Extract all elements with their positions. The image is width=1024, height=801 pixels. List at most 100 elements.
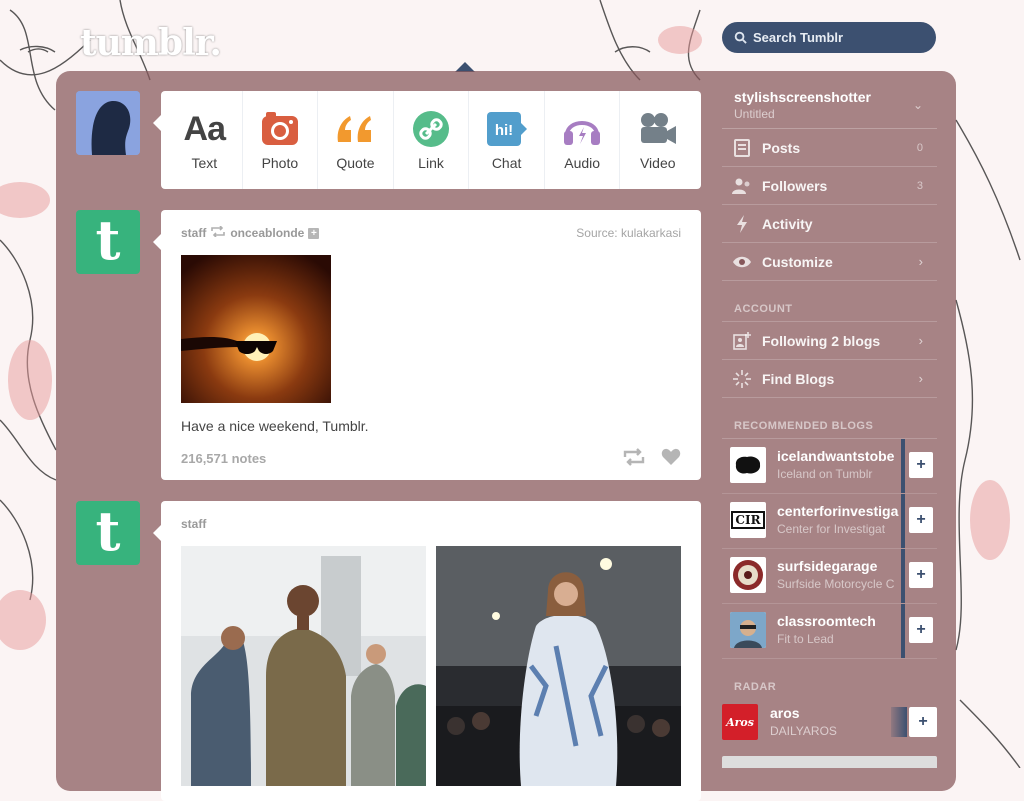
quote-icon <box>334 109 376 149</box>
blog-name: surfsidegarage <box>777 558 878 574</box>
blog-avatar: Aros <box>722 704 758 740</box>
follow-bar <box>901 439 905 493</box>
recommended-blog-item[interactable]: CIR centerforinvestiga Center for Invest… <box>722 494 937 549</box>
sidebar-item-followers[interactable]: Followers 3 <box>722 167 937 205</box>
follow-bar <box>901 604 905 658</box>
compose-photo-button[interactable]: Photo <box>243 91 319 189</box>
blog-subtitle: Untitled <box>734 107 775 121</box>
sidebar-item-activity[interactable]: Activity <box>722 205 937 243</box>
staff-avatar[interactable]: t <box>76 210 140 274</box>
activity-bolt-icon <box>732 214 752 233</box>
reblogged-from-link[interactable]: onceablonde <box>230 226 304 240</box>
compose-label: Quote <box>336 155 375 171</box>
sidebar-item-following[interactable]: Following 2 blogs › <box>722 322 937 360</box>
source-link[interactable]: kulakarkasi <box>621 226 681 240</box>
chevron-right-icon: › <box>918 371 923 386</box>
reblog-icon[interactable] <box>623 448 645 471</box>
post-actions <box>623 448 681 471</box>
blog-avatar <box>730 557 766 593</box>
tumblr-t-icon: t <box>95 210 121 272</box>
chevron-right-icon: › <box>918 254 923 269</box>
sidebar-item-label: Find Blogs <box>762 370 835 387</box>
eye-icon <box>732 256 752 268</box>
blog-title: Fit to Lead <box>777 632 834 646</box>
sidebar-item-find-blogs[interactable]: Find Blogs › <box>722 360 937 398</box>
post-header: staff <box>181 517 206 531</box>
silhouette-icon <box>76 91 140 155</box>
compose-label: Photo <box>261 155 299 171</box>
reblog-small-icon <box>211 225 226 240</box>
blog-avatar <box>730 447 766 483</box>
post-photo[interactable] <box>436 546 681 786</box>
post-author-link[interactable]: staff <box>181 226 206 240</box>
follow-plus-icon[interactable]: + <box>308 227 320 239</box>
staff-avatar[interactable]: t <box>76 501 140 565</box>
recommended-blog-item[interactable]: classroomtech Fit to Lead + <box>722 604 937 659</box>
blog-title: Iceland on Tumblr <box>777 467 873 481</box>
blog-title: Surfside Motorcycle C <box>777 577 895 591</box>
follow-button[interactable]: + <box>909 562 933 588</box>
post-notes[interactable]: 216,571 notes <box>181 451 266 466</box>
find-blogs-icon <box>732 369 752 388</box>
sidebar-item-label: Posts <box>762 139 801 156</box>
tumblr-t-icon: t <box>95 501 121 563</box>
recommended-blog-item[interactable]: surfsidegarage Surfside Motorcycle C + <box>722 549 937 604</box>
blog-name: aros <box>770 705 800 721</box>
following-icon <box>732 331 752 350</box>
post-author-link[interactable]: staff <box>181 517 206 531</box>
text-icon: Aa <box>183 109 226 148</box>
chat-icon: hi! <box>486 109 527 149</box>
sidebar-item-label: Activity <box>762 215 813 232</box>
radar-post-preview[interactable] <box>722 756 937 768</box>
svg-text:hi!: hi! <box>494 122 512 139</box>
follow-bar <box>901 549 905 603</box>
sidebar-item-customize[interactable]: Customize › <box>722 243 937 281</box>
chevron-down-icon: ⌄ <box>912 98 923 112</box>
compose-chat-button[interactable]: hi! Chat <box>469 91 545 189</box>
search-bar[interactable]: Search Tumblr <box>722 22 936 53</box>
search-icon <box>734 31 747 44</box>
blog-name: icelandwantstobe <box>777 448 895 464</box>
post-photo[interactable] <box>181 255 331 403</box>
posts-count: 0 <box>916 141 923 154</box>
link-icon <box>413 109 450 149</box>
blog-switcher[interactable]: stylishscreenshotter Untitled ⌄ <box>722 78 937 129</box>
blog-name: stylishscreenshotter <box>734 89 871 105</box>
post-source: Source: kulakarkasi <box>576 226 681 240</box>
follow-button[interactable]: + <box>909 617 933 643</box>
compose-label: Text <box>191 155 218 171</box>
post-photo[interactable] <box>181 546 426 786</box>
chevron-right-icon: › <box>918 333 923 348</box>
like-heart-icon[interactable] <box>661 448 681 471</box>
sidebar-item-label: Following 2 blogs <box>762 332 881 349</box>
user-avatar[interactable] <box>76 91 140 155</box>
compose-text-button[interactable]: Aa Text <box>167 91 243 189</box>
post-composer: Aa Text Photo Quote Link hi! Chat Audio <box>153 91 701 189</box>
blog-title: DAILYAROS <box>770 724 837 738</box>
blog-avatar: CIR <box>730 502 766 538</box>
compose-quote-button[interactable]: Quote <box>318 91 394 189</box>
compose-audio-button[interactable]: Audio <box>545 91 621 189</box>
blog-avatar <box>730 612 766 648</box>
followers-icon <box>732 178 752 194</box>
compose-link-button[interactable]: Link <box>394 91 470 189</box>
sidebar-item-label: Customize <box>762 253 833 270</box>
follow-button[interactable]: + <box>909 507 933 533</box>
sidebar: stylishscreenshotter Untitled ⌄ Posts 0 … <box>722 78 937 745</box>
sidebar-item-posts[interactable]: Posts 0 <box>722 129 937 167</box>
follow-button[interactable]: + <box>909 707 937 737</box>
compose-video-button[interactable]: Video <box>620 91 695 189</box>
compose-label: Audio <box>564 155 601 171</box>
tumblr-logo[interactable]: tumblr. <box>80 22 222 64</box>
source-label: Source: <box>576 226 618 240</box>
sidebar-item-label: Followers <box>762 177 828 194</box>
recommended-blog-item[interactable]: icelandwantstobe Iceland on Tumblr + <box>722 439 937 494</box>
blog-name: centerforinvestiga <box>777 503 899 519</box>
recommended-section-header: RECOMMENDED BLOGS <box>722 398 937 439</box>
search-placeholder: Search Tumblr <box>753 30 844 45</box>
compose-label: Chat <box>491 155 522 171</box>
follow-button[interactable]: + <box>909 452 933 478</box>
blog-title: Center for Investigat <box>777 522 886 536</box>
video-camera-icon <box>638 109 678 149</box>
radar-blog-item[interactable]: Aros aros DAILYAROS + <box>722 699 937 745</box>
